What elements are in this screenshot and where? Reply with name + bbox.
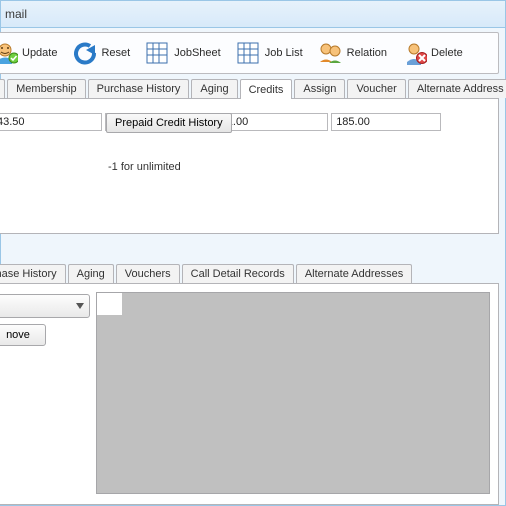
combo-select[interactable] <box>0 294 90 318</box>
joblist-icon <box>235 40 261 66</box>
tab-membership[interactable]: Membership <box>7 79 86 98</box>
jobsheet-label: JobSheet <box>174 47 220 59</box>
jobsheet-icon <box>144 40 170 66</box>
delete-label: Delete <box>431 47 463 59</box>
joblist-label: Job List <box>265 47 303 59</box>
tab-assign[interactable]: Assign <box>294 79 345 98</box>
tab-altaddr-label: Alternate Address <box>417 83 504 95</box>
reset-button[interactable]: Reset <box>67 38 134 68</box>
tab2-aging-label: Aging <box>77 268 105 280</box>
tab2-cdr[interactable]: Call Detail Records <box>182 264 294 283</box>
tab-assign-label: Assign <box>303 83 336 95</box>
tab-credits-label: Credits <box>249 84 284 96</box>
chevron-down-icon <box>75 301 85 311</box>
reset-icon <box>71 40 97 66</box>
tab-purchase-history[interactable]: Purchase History <box>88 79 190 98</box>
tab2-cdr-label: Call Detail Records <box>191 268 285 280</box>
update-icon <box>0 40 18 66</box>
titlebar: mail <box>1 1 505 28</box>
update-label: Update <box>22 47 57 59</box>
tab-voucher[interactable]: Voucher <box>347 79 405 98</box>
tab-alternate-address[interactable]: Alternate Address <box>408 79 506 98</box>
remove-button[interactable]: nove <box>0 324 46 346</box>
unlimited-hint: -1 for unlimited <box>108 161 181 173</box>
prepaid-history-button[interactable]: Prepaid Credit History <box>106 113 232 133</box>
delete-icon <box>401 40 427 66</box>
tabstrip-lower: chase History Aging Vouchers Call Detail… <box>0 264 499 284</box>
list-area[interactable] <box>96 292 490 494</box>
credits-panel: Prepaid Credit History -1 for unlimited <box>0 99 499 234</box>
jobsheet-button[interactable]: JobSheet <box>140 38 224 68</box>
delete-button[interactable]: Delete <box>397 38 467 68</box>
list-corner <box>97 293 123 316</box>
toolbar: Update Reset JobSheet <box>0 32 499 74</box>
relation-icon <box>317 40 343 66</box>
credit-field-3[interactable] <box>218 113 328 131</box>
tab-credits[interactable]: Credits <box>240 79 293 99</box>
title-text: mail <box>5 7 27 21</box>
reset-label: Reset <box>101 47 130 59</box>
left-controls: nove <box>0 294 90 494</box>
tab2-aging[interactable]: Aging <box>68 264 114 283</box>
tab-aging-label: Aging <box>200 83 228 95</box>
tab-voucher-label: Voucher <box>356 83 396 95</box>
tabstrip-upper: g Membership Purchase History Aging Cred… <box>0 78 499 99</box>
tab-cut[interactable]: g <box>0 79 5 98</box>
update-button[interactable]: Update <box>0 38 61 68</box>
tab-membership-label: Membership <box>16 83 77 95</box>
tab2-alternate-addresses[interactable]: Alternate Addresses <box>296 264 412 283</box>
credit-field-1[interactable] <box>0 113 102 131</box>
tab2-vouchers[interactable]: Vouchers <box>116 264 180 283</box>
relation-button[interactable]: Relation <box>313 38 391 68</box>
tab2-altaddr-label: Alternate Addresses <box>305 268 403 280</box>
tab2-purchase-label: chase History <box>0 268 57 280</box>
tab2-vouchers-label: Vouchers <box>125 268 171 280</box>
tab2-purchase-history[interactable]: chase History <box>0 264 66 283</box>
tab-aging[interactable]: Aging <box>191 79 237 98</box>
credit-field-4[interactable] <box>331 113 441 131</box>
relation-label: Relation <box>347 47 387 59</box>
tab-purchase-label: Purchase History <box>97 83 181 95</box>
window-frame: mail Update Reset <box>0 0 506 506</box>
lower-panel: nove <box>0 284 499 505</box>
joblist-button[interactable]: Job List <box>231 38 307 68</box>
